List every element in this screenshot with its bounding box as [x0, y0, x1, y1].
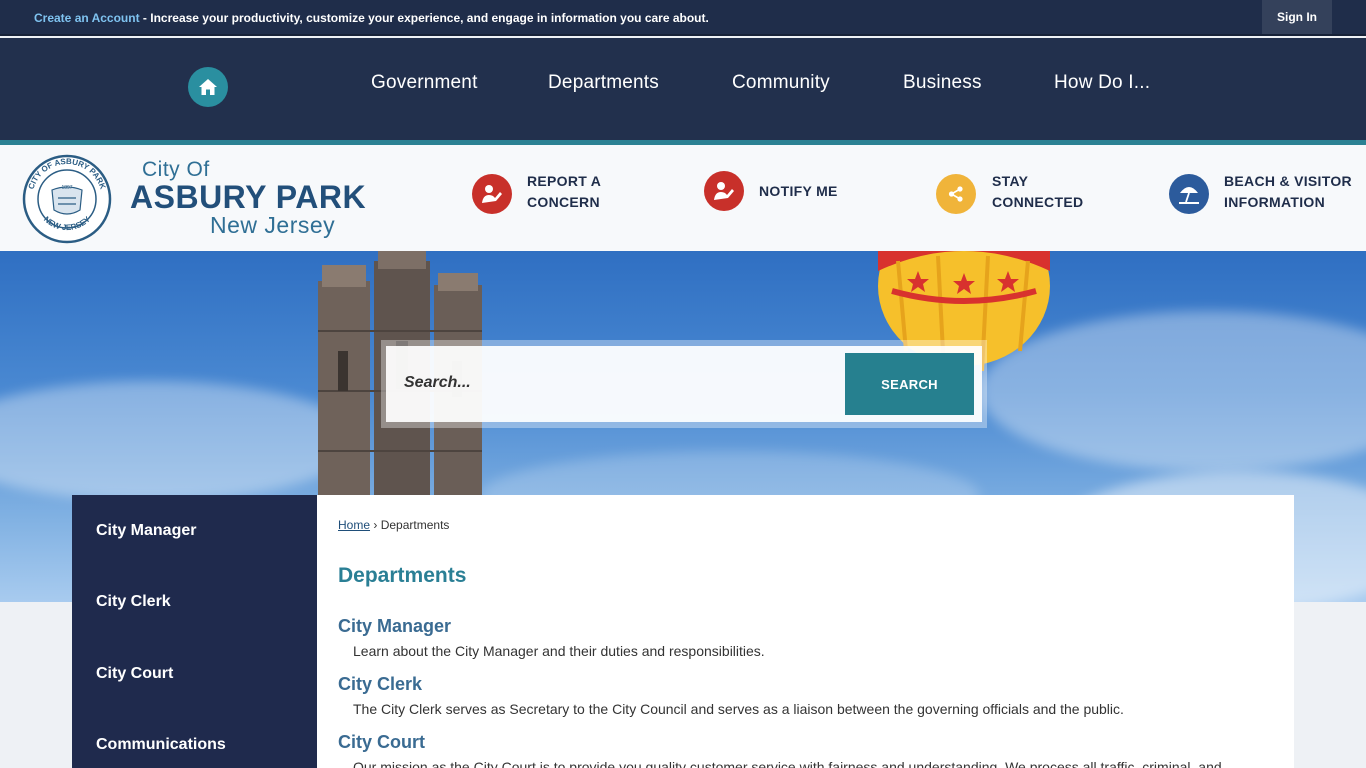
brand-band: CITY OF ASBURY PARK NEW JERSEY 1897 City…: [0, 145, 1366, 251]
quicklink-report-concern[interactable]: REPORT A CONCERN: [527, 171, 601, 213]
quicklink-label-line2: CONCERN: [527, 194, 600, 210]
create-account-link[interactable]: Create an Account: [34, 11, 140, 25]
notify-me-icon[interactable]: [704, 171, 744, 211]
nav-business[interactable]: Business: [903, 72, 982, 94]
page-title: Departments: [338, 564, 467, 587]
quicklink-label-line2: CONNECTED: [992, 194, 1084, 210]
nav-departments[interactable]: Departments: [548, 72, 659, 94]
dept-desc-city-court: Our mission as the City Court is to prov…: [353, 759, 1222, 768]
quicklink-label-line1: BEACH & VISITOR: [1224, 173, 1352, 189]
main-nav: Government Departments Community Busines…: [0, 38, 1366, 145]
breadcrumb-separator: ›: [373, 518, 378, 532]
search-button[interactable]: SEARCH: [845, 353, 974, 415]
city-seal-logo[interactable]: CITY OF ASBURY PARK NEW JERSEY 1897: [22, 154, 112, 244]
dept-link-city-manager[interactable]: City Manager: [338, 616, 451, 637]
sign-in-button[interactable]: Sign In: [1262, 0, 1332, 34]
home-icon: [199, 79, 217, 95]
quicklink-label-line1: STAY: [992, 173, 1029, 189]
cloud: [0, 381, 360, 501]
quicklink-label-line2: INFORMATION: [1224, 194, 1326, 210]
breadcrumb-current: Departments: [380, 518, 450, 532]
nav-how-do-i[interactable]: How Do I...: [1054, 72, 1150, 94]
nav-community[interactable]: Community: [732, 72, 830, 94]
quicklink-notify-me[interactable]: NOTIFY ME: [759, 181, 838, 202]
nav-government[interactable]: Government: [371, 72, 478, 94]
home-button[interactable]: [188, 67, 228, 107]
dept-link-city-clerk[interactable]: City Clerk: [338, 674, 422, 695]
breadcrumb: Home › Departments: [338, 518, 449, 532]
account-bar: Create an Account - Increase your produc…: [0, 0, 1366, 36]
side-nav-city-court[interactable]: City Court: [96, 665, 173, 683]
report-concern-icon[interactable]: [472, 174, 512, 214]
account-message: Create an Account - Increase your produc…: [34, 11, 709, 25]
seal-year: 1897: [61, 185, 72, 191]
side-nav-city-manager[interactable]: City Manager: [96, 522, 196, 540]
side-nav-communications[interactable]: Communications: [96, 736, 226, 754]
brand-new-jersey: New Jersey: [210, 212, 336, 238]
quicklink-beach-visitor[interactable]: BEACH & VISITOR INFORMATION: [1224, 171, 1352, 213]
main-content: Home › Departments Departments City Mana…: [317, 495, 1294, 768]
brand-asbury-park: ASBURY PARK: [130, 179, 367, 215]
dept-desc-city-clerk: The City Clerk serves as Secretary to th…: [353, 701, 1124, 717]
dept-desc-city-manager: Learn about the City Manager and their d…: [353, 643, 765, 659]
side-nav-city-clerk[interactable]: City Clerk: [96, 593, 171, 611]
share-icon[interactable]: [936, 174, 976, 214]
quicklink-label-line1: REPORT A: [527, 173, 602, 189]
side-nav: City Manager City Clerk City Court Commu…: [72, 495, 317, 768]
quicklink-stay-connected[interactable]: STAY CONNECTED: [992, 171, 1083, 213]
dept-link-city-court[interactable]: City Court: [338, 732, 425, 753]
search-input[interactable]: Search...: [404, 374, 471, 392]
beach-umbrella-icon[interactable]: [1169, 174, 1209, 214]
breadcrumb-home-link[interactable]: Home: [338, 518, 370, 532]
account-promo-text: - Increase your productivity, customize …: [139, 11, 709, 25]
